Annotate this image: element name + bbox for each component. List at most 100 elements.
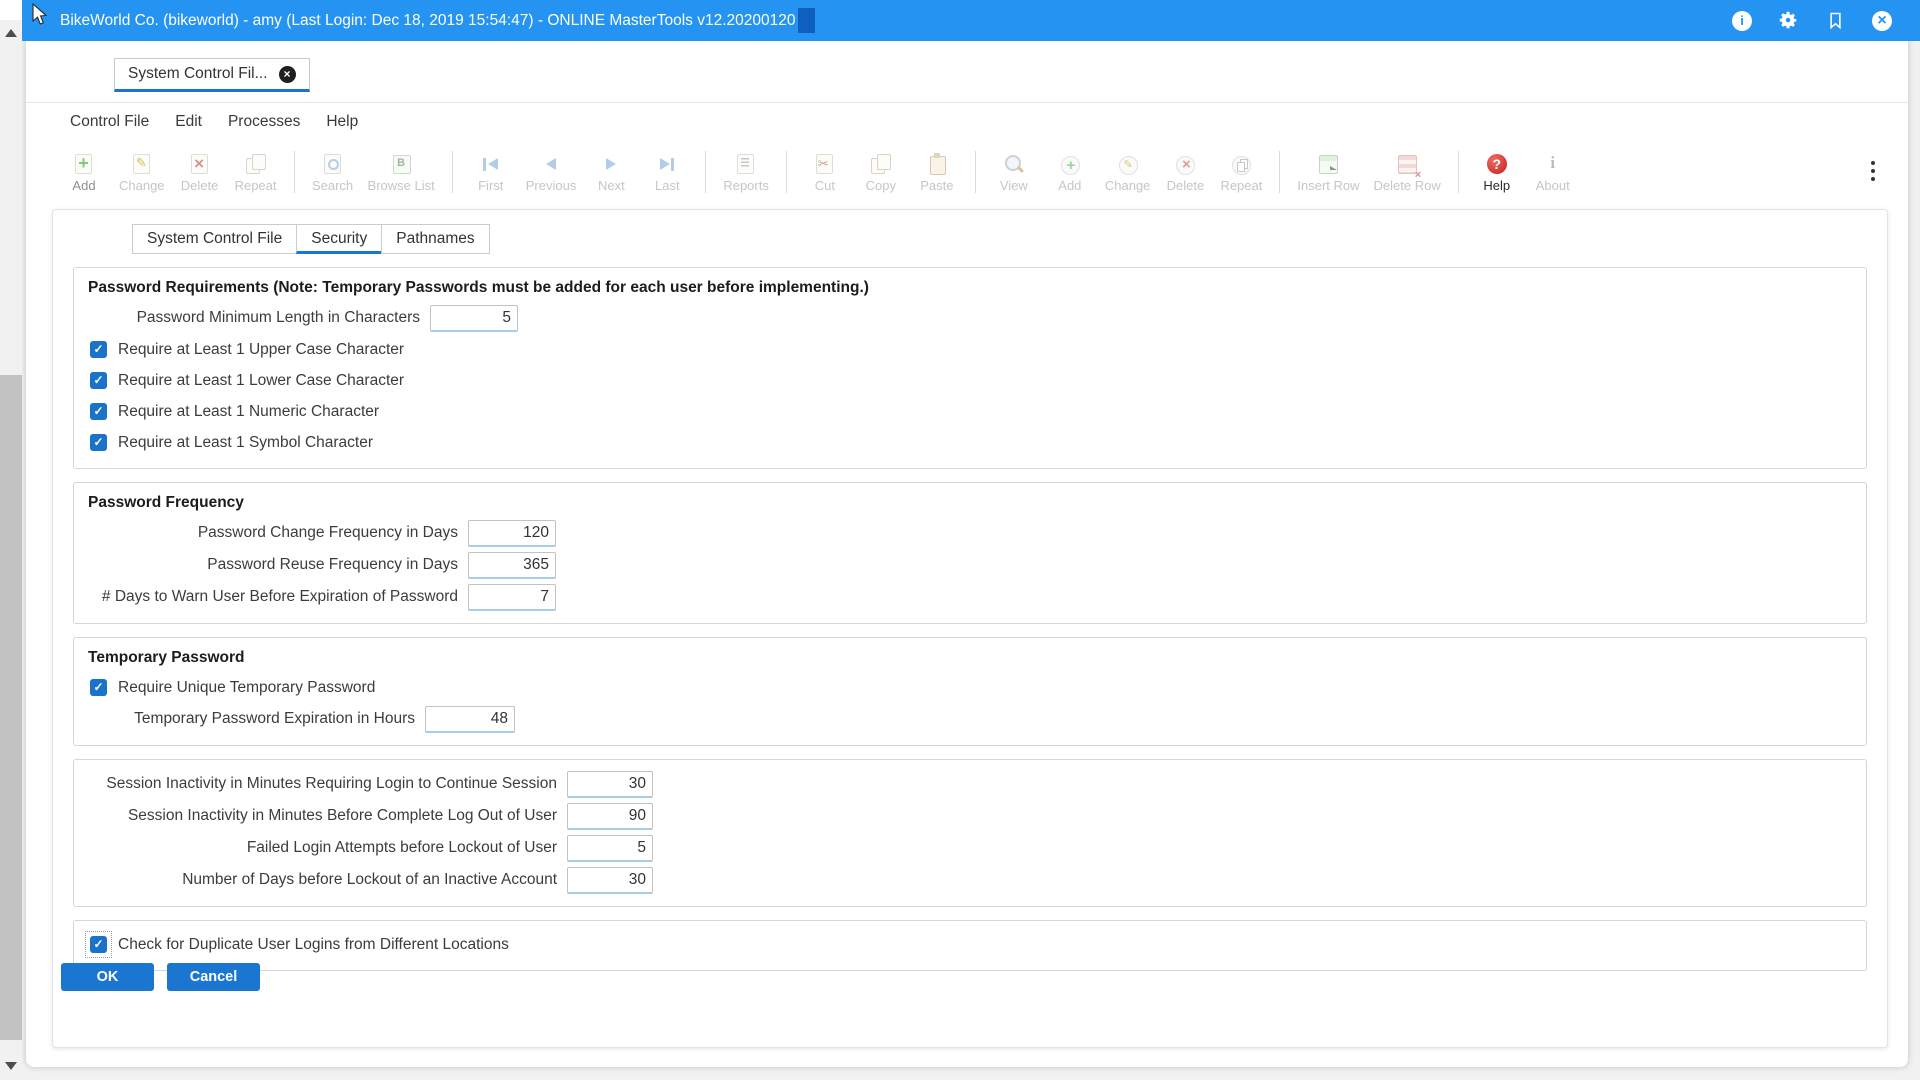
toolbar-previous-button[interactable]: Previous [519, 150, 584, 195]
close-circle-icon[interactable] [279, 66, 296, 83]
toolbar-row-add-button[interactable]: Add [1042, 150, 1098, 195]
checkbox-row: Check for Duplicate User Logins from Dif… [86, 929, 1854, 960]
section-heading: Temporary Password [88, 649, 1854, 667]
circle-add-icon [1057, 152, 1083, 178]
field-label: Temporary Password Expiration in Hours [86, 710, 415, 728]
sub-tabs: System Control File Security Pathnames [133, 224, 1887, 254]
copy-icon [868, 152, 894, 178]
toolbar-delete-button[interactable]: Delete [172, 150, 228, 195]
check-duplicate-logins-checkbox[interactable] [90, 936, 107, 953]
scrollbar-thumb[interactable] [0, 375, 22, 1040]
inactive-account-lockout-days-input[interactable] [567, 867, 653, 894]
arrow-first-icon [478, 152, 504, 178]
doc-edit-icon [129, 152, 155, 178]
scroll-down-icon[interactable] [5, 1062, 17, 1070]
menu-control-file[interactable]: Control File [57, 113, 162, 131]
app-window: System Control Fil... Control File Edit … [26, 41, 1908, 1067]
toolbar-cut-button[interactable]: Cut [797, 150, 853, 195]
password-change-frequency-input[interactable] [468, 520, 556, 547]
toolbar-first-button[interactable]: First [463, 150, 519, 195]
section-temporary-password: Temporary Password Require Unique Tempor… [73, 637, 1867, 746]
require-lower-case-checkbox[interactable] [90, 372, 107, 389]
document-tab-label: System Control Fil... [128, 65, 268, 83]
circle-repeat-icon [1228, 152, 1254, 178]
failed-login-attempts-input[interactable] [567, 835, 653, 862]
toolbar-insert-row-button[interactable]: Insert Row [1290, 150, 1366, 195]
require-numeric-checkbox[interactable] [90, 403, 107, 420]
mouse-cursor [30, 3, 50, 27]
doc-add-icon [71, 152, 97, 178]
toolbar-repeat-button[interactable]: Repeat [228, 150, 284, 195]
bookmark-icon[interactable] [1825, 10, 1846, 31]
toolbar-row-delete-button[interactable]: Delete [1157, 150, 1213, 195]
toolbar-row-repeat-button[interactable]: Repeat [1213, 150, 1269, 195]
field-label: Session Inactivity in Minutes Before Com… [86, 807, 557, 825]
document-tab-system-control-file[interactable]: System Control Fil... [114, 58, 310, 92]
toolbar-browse-list-button[interactable]: Browse List [361, 150, 442, 195]
toolbar-last-button[interactable]: Last [639, 150, 695, 195]
toolbar-separator [294, 151, 295, 193]
session-inactivity-logout-input[interactable] [567, 803, 653, 830]
require-upper-case-checkbox[interactable] [90, 341, 107, 358]
days-warn-before-expiration-input[interactable] [468, 584, 556, 611]
arrow-next-icon [598, 152, 624, 178]
paste-icon [924, 152, 950, 178]
toolbar-group-search: Search Browse List [305, 150, 442, 195]
help-icon [1484, 152, 1510, 178]
info-icon[interactable] [1732, 11, 1752, 31]
cut-icon [812, 152, 838, 178]
tab-system-control-file[interactable]: System Control File [132, 224, 297, 254]
toolbar: Add Change Delete Repeat Search [26, 141, 1908, 203]
arrow-last-icon [654, 152, 680, 178]
toolbar-next-button[interactable]: Next [583, 150, 639, 195]
checkbox-row: Require Unique Temporary Password [86, 672, 1854, 703]
toolbar-view-button[interactable]: View [986, 150, 1042, 195]
toolbar-row-change-button[interactable]: Change [1098, 150, 1158, 195]
close-icon[interactable] [1872, 11, 1892, 31]
menu-processes[interactable]: Processes [215, 113, 313, 131]
about-icon [1540, 152, 1566, 178]
section-session-lockout: Session Inactivity in Minutes Requiring … [73, 759, 1867, 907]
toolbar-separator [705, 151, 706, 193]
temp-password-expiration-input[interactable] [425, 706, 515, 733]
toolbar-search-button[interactable]: Search [305, 150, 361, 195]
password-reuse-frequency-input[interactable] [468, 552, 556, 579]
toolbar-help-button[interactable]: Help [1469, 150, 1525, 195]
cancel-button[interactable]: Cancel [167, 963, 260, 991]
more-options-kebab-icon[interactable] [1864, 159, 1882, 185]
selection-block [798, 8, 815, 33]
settings-gear-icon[interactable] [1778, 10, 1799, 31]
circle-delete-icon [1172, 152, 1198, 178]
require-unique-temp-password-checkbox[interactable] [90, 679, 107, 696]
table-delete-row-icon [1394, 152, 1420, 178]
toolbar-copy-button[interactable]: Copy [853, 150, 909, 195]
doc-repeat-icon [243, 152, 269, 178]
section-duplicate-logins: Check for Duplicate User Logins from Dif… [73, 920, 1867, 971]
toolbar-group-navigation: First Previous Next Last [463, 150, 696, 195]
ok-button[interactable]: OK [61, 963, 154, 991]
menu-edit[interactable]: Edit [162, 113, 215, 131]
field-label: Session Inactivity in Minutes Requiring … [86, 775, 557, 793]
toolbar-delete-row-button[interactable]: Delete Row [1367, 150, 1448, 195]
toolbar-separator [786, 151, 787, 193]
toolbar-about-button[interactable]: About [1525, 150, 1581, 195]
toolbar-separator [1279, 151, 1280, 193]
section-password-requirements: Password Requirements (Note: Temporary P… [73, 267, 1867, 469]
toolbar-separator [1458, 151, 1459, 193]
scrollbar-track[interactable] [0, 20, 22, 1080]
left-scrollbar[interactable] [0, 0, 22, 1080]
tab-pathnames[interactable]: Pathnames [381, 224, 489, 254]
scroll-up-icon[interactable] [5, 29, 17, 37]
session-inactivity-login-input[interactable] [567, 771, 653, 798]
toolbar-reports-button[interactable]: Reports [716, 150, 776, 195]
password-min-length-input[interactable] [430, 305, 518, 332]
document-tab-strip: System Control Fil... [26, 41, 1908, 103]
toolbar-paste-button[interactable]: Paste [909, 150, 965, 195]
require-symbol-checkbox[interactable] [90, 434, 107, 451]
tab-security[interactable]: Security [296, 224, 382, 254]
toolbar-add-button[interactable]: Add [56, 150, 112, 195]
toolbar-change-button[interactable]: Change [112, 150, 172, 195]
toolbar-group-help: Help About [1469, 150, 1581, 195]
table-insert-row-icon [1315, 152, 1341, 178]
menu-help[interactable]: Help [313, 113, 371, 131]
